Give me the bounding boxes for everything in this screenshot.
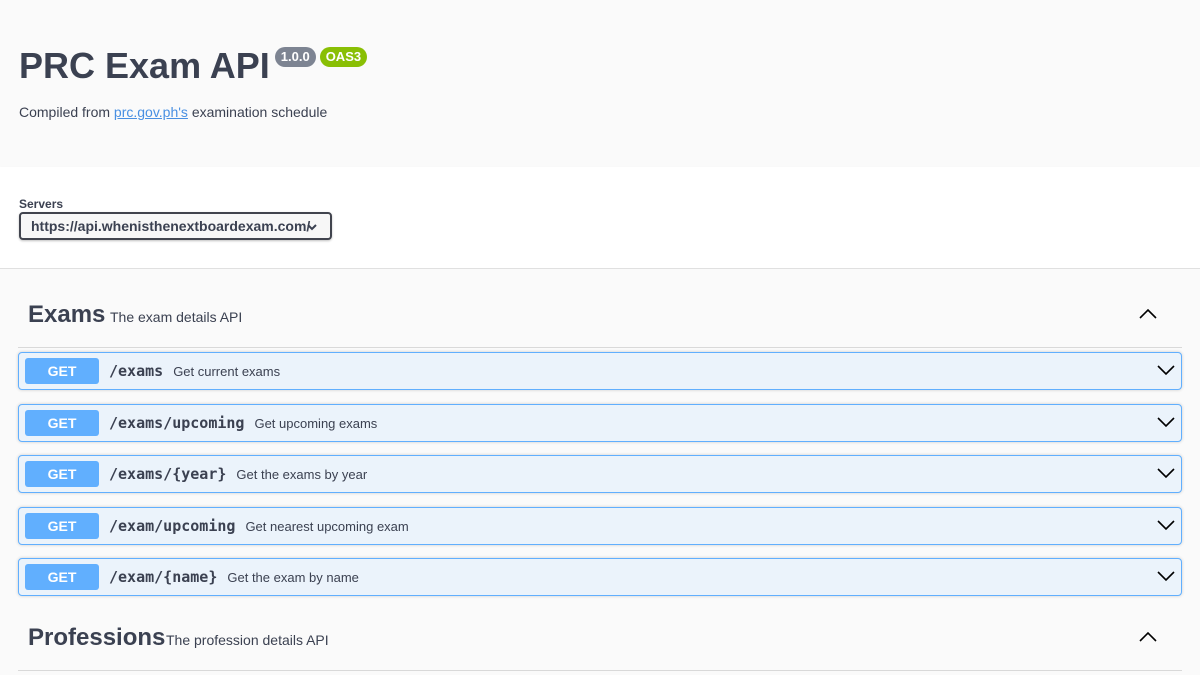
method-badge: GET bbox=[25, 358, 99, 384]
chevron-down-icon[interactable] bbox=[1157, 363, 1175, 382]
server-select[interactable]: https://api.whenisthenextboardexam.com/ bbox=[19, 212, 332, 240]
operation-path: /exam/{name} bbox=[109, 568, 218, 586]
operation-path: /exams/upcoming bbox=[109, 414, 245, 432]
operation-summary: Get the exams by year bbox=[236, 466, 368, 482]
tag-description: The exam details API bbox=[110, 309, 243, 325]
prc-link[interactable]: prc.gov.ph's bbox=[114, 104, 188, 120]
method-badge: GET bbox=[25, 461, 99, 487]
chevron-down-icon[interactable] bbox=[1157, 518, 1175, 537]
oas-badge: OAS3 bbox=[319, 47, 368, 67]
chevron-up-icon[interactable] bbox=[1139, 630, 1157, 648]
title-row: PRC Exam API 1.0.0 OAS3 bbox=[19, 44, 368, 88]
tag-name: Exams bbox=[28, 301, 106, 328]
method-badge: GET bbox=[25, 410, 99, 436]
method-badge: GET bbox=[25, 564, 99, 590]
chevron-up-icon[interactable] bbox=[1139, 307, 1157, 325]
chevron-down-icon[interactable] bbox=[1157, 569, 1175, 588]
page-title: PRC Exam API bbox=[19, 45, 270, 86]
opblock-get-exams[interactable]: GET /exams Get current exams bbox=[18, 352, 1182, 390]
chevron-down-icon[interactable] bbox=[1157, 415, 1175, 434]
operations-main: Exams The exam details API GET /exams Ge… bbox=[0, 269, 1200, 675]
tag-name: Professions bbox=[28, 624, 166, 651]
operation-summary: Get nearest upcoming exam bbox=[245, 518, 409, 534]
api-description: Compiled from prc.gov.ph's examination s… bbox=[19, 104, 327, 120]
operation-summary: Get the exam by name bbox=[227, 569, 359, 585]
description-suffix: examination schedule bbox=[187, 104, 328, 120]
chevron-down-icon bbox=[306, 220, 318, 236]
method-badge: GET bbox=[25, 513, 99, 539]
opblock-get-exam-name[interactable]: GET /exam/{name} Get the exam by name bbox=[18, 558, 1182, 596]
chevron-down-icon[interactable] bbox=[1157, 466, 1175, 485]
version-badge: 1.0.0 bbox=[274, 47, 316, 67]
servers-label: Servers bbox=[19, 197, 64, 211]
tag-header-exams[interactable]: Exams The exam details API bbox=[18, 269, 1182, 348]
tag-description: The profession details API bbox=[166, 632, 329, 648]
opblock-get-exam-upcoming[interactable]: GET /exam/upcoming Get nearest upcoming … bbox=[18, 507, 1182, 545]
tag-header-professions[interactable]: Professions The profession details API bbox=[18, 592, 1182, 671]
opblock-get-exams-year[interactable]: GET /exams/{year} Get the exams by year bbox=[18, 455, 1182, 493]
description-prefix: Compiled from bbox=[19, 104, 114, 120]
operation-summary: Get current exams bbox=[173, 363, 281, 379]
operation-path: /exams/{year} bbox=[109, 465, 227, 483]
api-info-header: PRC Exam API 1.0.0 OAS3 Compiled from pr… bbox=[0, 0, 1200, 167]
operation-summary: Get upcoming exams bbox=[254, 415, 378, 431]
server-select-value: https://api.whenisthenextboardexam.com/ bbox=[31, 218, 311, 234]
opblock-get-exams-upcoming[interactable]: GET /exams/upcoming Get upcoming exams bbox=[18, 404, 1182, 442]
operation-path: /exams bbox=[109, 362, 164, 380]
operation-path: /exam/upcoming bbox=[109, 517, 236, 535]
